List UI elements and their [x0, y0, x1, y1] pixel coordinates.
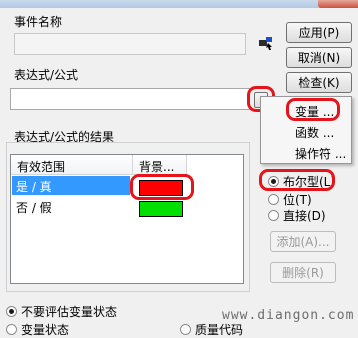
- column-header-background[interactable]: 背景...: [133, 155, 187, 175]
- false-color-swatch[interactable]: [139, 201, 183, 217]
- event-name-field: [14, 33, 246, 55]
- cancel-button[interactable]: 取消(N): [286, 47, 352, 68]
- expression-input[interactable]: [10, 88, 250, 110]
- close-window-button[interactable]: [318, 0, 358, 8]
- radio-var-state[interactable]: [6, 324, 17, 335]
- results-table[interactable]: 有效范围 背景... 是 / 真 否 / 假: [10, 154, 244, 284]
- radio-no-eval-label[interactable]: 不要评估变量状态: [21, 303, 117, 320]
- table-row-false[interactable]: 否 / 假: [12, 197, 130, 216]
- expression-label: 表达式/公式: [14, 68, 79, 82]
- radio-bit-label[interactable]: 位(T): [283, 191, 312, 208]
- add-button[interactable]: 添加(A)...: [270, 231, 336, 252]
- swatch-highlight: [130, 174, 194, 200]
- apply-button[interactable]: 应用(P): [286, 22, 352, 43]
- event-name-label: 事件名称: [14, 15, 63, 29]
- radio-var-state-label[interactable]: 变量状态: [21, 321, 69, 338]
- radio-direct[interactable]: [268, 210, 279, 221]
- event-pick-icon[interactable]: [256, 35, 274, 51]
- row-range-label: 否 / 假: [16, 201, 52, 215]
- radio-no-eval[interactable]: [6, 306, 17, 317]
- boolean-highlight: [259, 169, 335, 191]
- delete-button[interactable]: 删除(R): [270, 262, 336, 283]
- menu-item-operator[interactable]: 操作符 ...: [261, 142, 351, 162]
- table-row-true[interactable]: 是 / 真: [12, 176, 130, 195]
- radio-direct-label[interactable]: 直接(D): [283, 207, 326, 224]
- check-button[interactable]: 检查(K): [286, 72, 352, 93]
- radio-quality-code[interactable]: [180, 324, 191, 335]
- watermark-text: www.diangon.com: [222, 308, 355, 323]
- radio-bit[interactable]: [268, 194, 279, 205]
- menu-item-function[interactable]: 函数 ...: [261, 121, 351, 141]
- variable-highlight: [286, 98, 340, 121]
- column-header-range[interactable]: 有效范围: [11, 155, 133, 175]
- window-title-bar: [0, 0, 358, 8]
- row-range-label: 是 / 真: [16, 180, 52, 194]
- radio-quality-code-label[interactable]: 质量代码: [195, 321, 243, 338]
